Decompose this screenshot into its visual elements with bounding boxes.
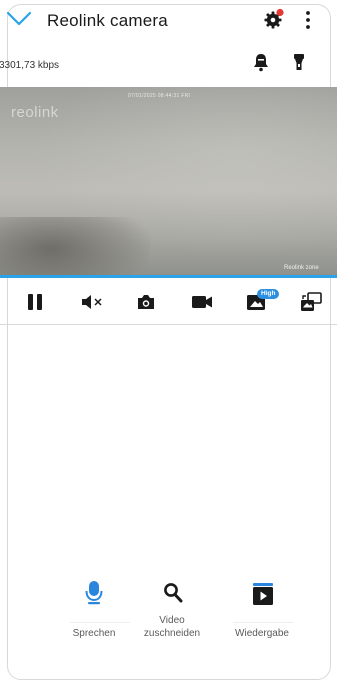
search-icon [164, 583, 183, 603]
playback-label: Wiedergabe [235, 628, 289, 639]
flashlight-icon[interactable] [292, 52, 306, 72]
switch-stream-icon[interactable] [300, 292, 322, 312]
playback-button[interactable]: Wiedergabe [225, 578, 299, 642]
snapshot-camera-icon[interactable] [136, 293, 156, 311]
high-quality-badge: High [257, 289, 280, 299]
playback-icon [253, 583, 273, 605]
clip-label-line2: zuschneiden [143, 628, 201, 639]
reolink-watermark: reolink [11, 104, 59, 121]
video-timestamp: 07/01/2025 08:44:31 FRI [128, 93, 191, 99]
chevron-down-icon[interactable] [6, 9, 36, 29]
notification-dot [276, 8, 284, 17]
bitrate-readout: 3301,73 kbps [0, 60, 60, 71]
alarm-bell-icon[interactable] [252, 52, 270, 72]
pause-icon[interactable] [27, 293, 43, 311]
clip-label-line1: Video [159, 615, 185, 626]
camera-name-overlay: Reolink zone [284, 265, 319, 271]
clip-video-button[interactable]: Video zuschneiden [142, 578, 202, 644]
video-control-toolbar [0, 278, 337, 325]
speak-button[interactable]: Sprechen [64, 578, 124, 642]
mute-speaker-icon[interactable] [81, 294, 103, 310]
settings-gear-icon[interactable] [263, 8, 285, 30]
microphone-icon [85, 581, 103, 605]
record-video-icon[interactable] [191, 294, 213, 310]
speak-label: Sprechen [72, 628, 116, 639]
more-options-icon[interactable] [301, 9, 315, 31]
top-bar: Reolink camera [0, 0, 337, 40]
page-title: Reolink camera [47, 11, 168, 30]
